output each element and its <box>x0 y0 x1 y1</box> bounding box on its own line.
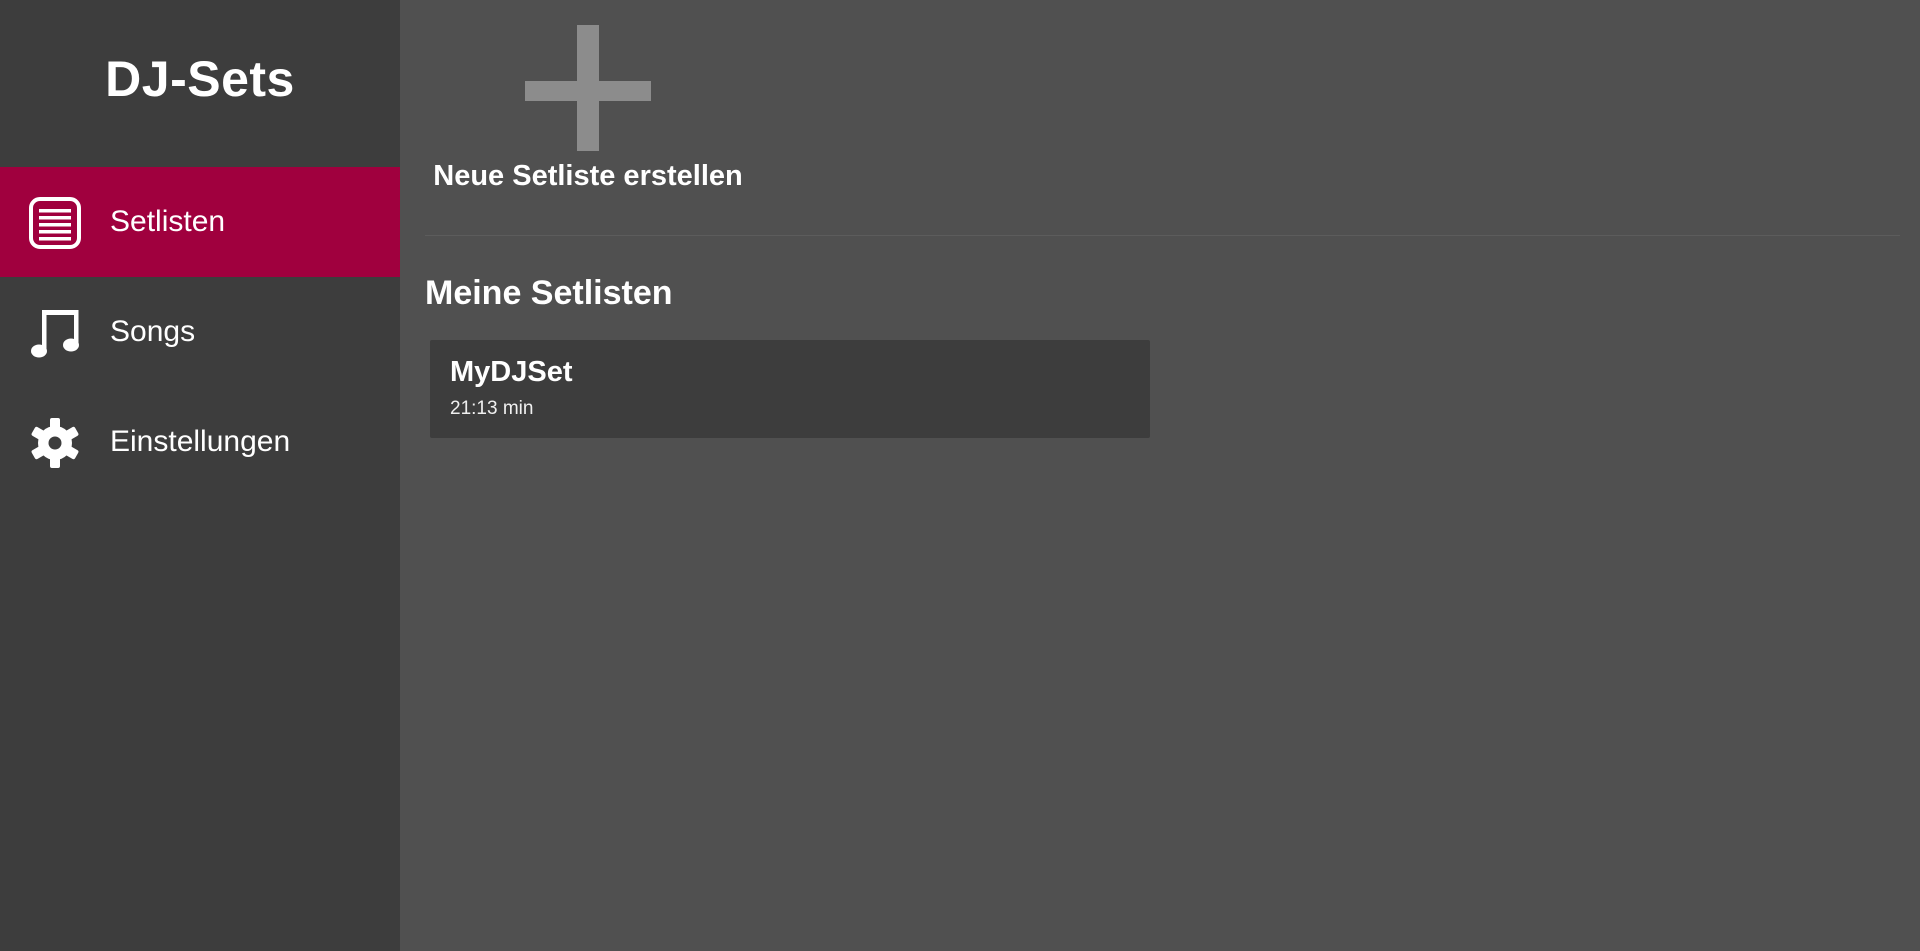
sidebar-nav: Setlisten Songs Einstellungen <box>0 167 400 497</box>
setlist-card[interactable]: MyDJSet 21:13 min <box>430 340 1150 438</box>
new-setlist-button[interactable]: Neue Setliste erstellen <box>422 22 743 202</box>
app-window: DJ-Sets Setlisten Songs Einstellungen Ne… <box>0 0 1920 951</box>
app-title: DJ-Sets <box>105 51 295 107</box>
sidebar-item-label: Setlisten <box>110 205 226 238</box>
setlist-name: MyDJSet <box>450 356 573 388</box>
sidebar-item-label: Einstellungen <box>110 425 291 458</box>
music-note-icon <box>29 307 81 359</box>
section-title: Meine Setlisten <box>425 274 673 312</box>
divider <box>425 235 1900 236</box>
new-setlist-label: Neue Setliste erstellen <box>433 160 743 192</box>
sidebar: DJ-Sets Setlisten Songs Einstellungen <box>0 0 400 951</box>
list-icon <box>29 197 81 249</box>
sidebar-item-label: Songs <box>110 315 196 348</box>
setlist-duration: 21:13 min <box>450 398 534 419</box>
sidebar-item-songs[interactable]: Songs <box>0 277 400 387</box>
main-content: Neue Setliste erstellen Meine Setlisten … <box>400 0 1920 951</box>
sidebar-item-einstellungen[interactable]: Einstellungen <box>0 387 400 497</box>
plus-icon <box>525 25 651 151</box>
sidebar-item-setlisten[interactable]: Setlisten <box>0 167 400 277</box>
gear-icon <box>29 417 81 469</box>
